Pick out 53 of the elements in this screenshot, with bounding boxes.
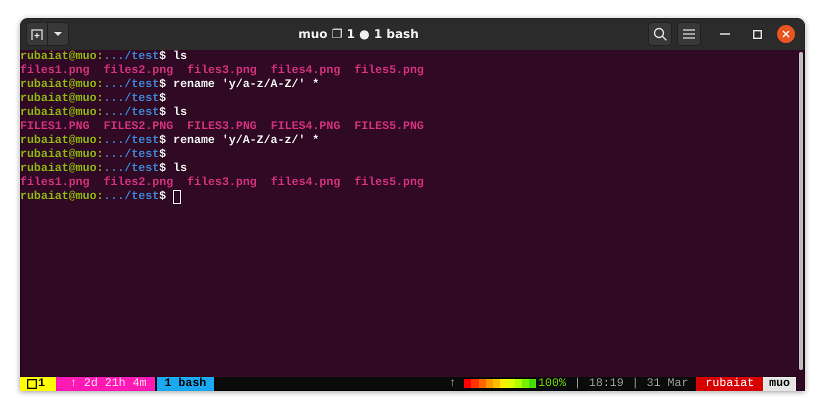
close-button[interactable]	[777, 25, 795, 43]
command-text: rename 'y/A-Z/a-z/' *	[173, 134, 320, 148]
command-text: ls	[173, 162, 188, 176]
user-name: rubaiat	[696, 377, 764, 391]
prompt: rubaiat@muo:.../test$	[20, 162, 166, 176]
file-name: files3.png	[187, 64, 257, 78]
maximize-icon	[752, 30, 762, 38]
file-name: FILES2.PNG	[104, 120, 174, 134]
file-name: files5.png	[354, 64, 424, 78]
caret-icon	[53, 31, 63, 37]
command-text: ls	[173, 50, 188, 64]
prompt: rubaiat@muo:.../test$	[20, 106, 166, 120]
file-name: FILES3.PNG	[187, 120, 257, 134]
uptime-text: ↑ 2d 21h 4m	[56, 377, 154, 391]
prompt: rubaiat@muo:.../test$	[20, 134, 166, 148]
file-name: files3.png	[187, 176, 257, 190]
window-title: muo ❐ 1 ● 1 bash	[298, 27, 419, 41]
separator: |	[574, 377, 581, 391]
close-icon	[782, 30, 790, 38]
new-tab-icon	[30, 27, 44, 41]
arrow-text: ↑	[449, 377, 456, 391]
menu-icon	[683, 29, 695, 39]
file-name: FILES5.PNG	[354, 120, 424, 134]
prompt: rubaiat@muo:.../test$	[20, 50, 166, 64]
file-name: files5.png	[354, 176, 424, 190]
dropdown-button[interactable]	[47, 22, 69, 46]
prompt: rubaiat@muo:.../test$	[20, 190, 166, 204]
minimize-icon	[720, 33, 730, 35]
search-button[interactable]	[648, 22, 672, 46]
file-name: files1.png	[20, 64, 90, 78]
date-text: 31 Mar	[646, 377, 688, 391]
session-indicator: 1	[20, 377, 56, 391]
window-tab[interactable]: 1 bash	[156, 377, 214, 391]
host-name: muo	[763, 377, 796, 391]
file-name: files4.png	[270, 64, 340, 78]
new-tab-button[interactable]	[26, 22, 48, 46]
file-name: files2.png	[104, 176, 174, 190]
file-name: files4.png	[270, 176, 340, 190]
command-text: rename 'y/a-z/A-Z/' *	[173, 78, 320, 92]
file-name: files2.png	[104, 64, 174, 78]
scrollbar[interactable]	[799, 52, 803, 370]
prompt: rubaiat@muo:.../test$	[20, 78, 166, 92]
battery-percent: 100%	[538, 377, 566, 391]
command-text: ls	[173, 106, 188, 120]
file-name: FILES1.PNG	[20, 120, 90, 134]
search-icon	[653, 27, 667, 41]
file-name: FILES4.PNG	[270, 120, 340, 134]
file-name: files1.png	[20, 176, 90, 190]
separator: |	[632, 377, 639, 391]
menu-button[interactable]	[677, 22, 701, 46]
time-text: 18:19	[588, 377, 624, 391]
prompt: rubaiat@muo:.../test$	[20, 148, 166, 162]
prompt: rubaiat@muo:.../test$	[20, 92, 166, 106]
